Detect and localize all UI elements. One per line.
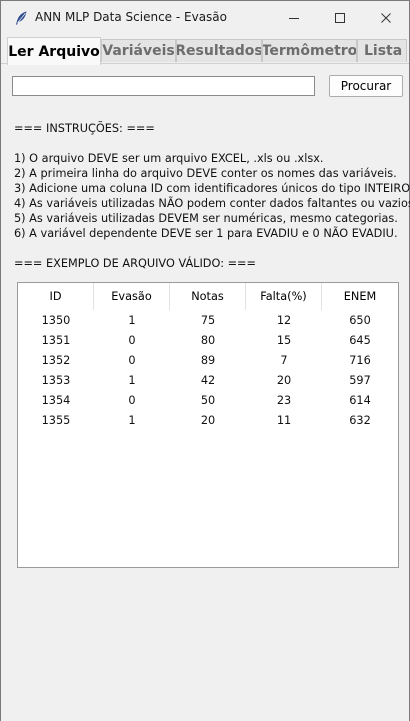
table-header: ID Evasão Notas Falta(%) ENEM <box>18 283 398 310</box>
table-cell: 0 <box>128 353 136 367</box>
instruction-item: 3) Adicione uma coluna ID com identifica… <box>14 182 410 195</box>
table-body: 1350 1 75 12 650 1351 0 80 15 645 1352 0… <box>18 310 398 430</box>
title-bar[interactable]: ANN MLP Data Science - Evasão <box>1 1 409 35</box>
column-header-evasao[interactable]: Evasão <box>94 283 170 310</box>
table-cell: 1352 <box>41 353 71 367</box>
table-cell: 7 <box>280 353 288 367</box>
example-header: === EXEMPLO DE ARQUIVO VÁLIDO: === <box>14 257 256 270</box>
table-cell: 12 <box>276 313 292 327</box>
table-cell: 80 <box>200 333 216 347</box>
table-cell: 15 <box>276 333 292 347</box>
table-cell: 645 <box>349 333 371 347</box>
table-cell: 1354 <box>41 393 71 407</box>
table-cell: 1351 <box>41 333 71 347</box>
table-cell: 20 <box>276 373 292 387</box>
ler-arquivo-panel: Procurar === INSTRUÇÕES: === 1) O arquiv… <box>1 63 410 721</box>
table-cell: 1 <box>128 373 136 387</box>
instruction-item: 2) A primeira linha do arquivo DEVE cont… <box>14 167 397 180</box>
feather-icon <box>16 11 27 25</box>
table-cell: 42 <box>200 373 216 387</box>
table-row[interactable]: 1354 0 50 23 614 <box>18 390 398 410</box>
tab-lista[interactable]: Lista <box>357 39 407 62</box>
instructions-header: === INSTRUÇÕES: === <box>14 122 155 135</box>
app-window: ANN MLP Data Science - Evasão Ler Arquiv… <box>0 0 410 721</box>
table-row[interactable]: 1353 1 42 20 597 <box>18 370 398 390</box>
table-row[interactable]: 1350 1 75 12 650 <box>18 310 398 330</box>
table-cell: 0 <box>128 393 136 407</box>
table-cell: 20 <box>200 413 216 427</box>
table-cell: 716 <box>349 353 371 367</box>
table-cell: 0 <box>128 333 136 347</box>
browse-button[interactable]: Procurar <box>329 75 403 97</box>
column-header-enem[interactable]: ENEM <box>322 283 398 310</box>
table-cell: 1350 <box>41 313 71 327</box>
minimize-icon <box>289 18 299 19</box>
table-cell: 632 <box>349 413 371 427</box>
tab-ler-arquivo[interactable]: Ler Arquivo <box>7 37 101 65</box>
example-table[interactable]: ID Evasão Notas Falta(%) ENEM 1350 1 75 … <box>17 282 399 568</box>
column-header-id[interactable]: ID <box>18 283 94 310</box>
maximize-icon <box>335 13 345 23</box>
column-header-notas[interactable]: Notas <box>170 283 246 310</box>
table-row[interactable]: 1352 0 89 7 716 <box>18 350 398 370</box>
table-cell: 650 <box>349 313 371 327</box>
table-cell: 614 <box>349 393 371 407</box>
table-cell: 597 <box>349 373 371 387</box>
tab-termometro[interactable]: Termômetro <box>262 39 357 62</box>
maximize-button[interactable] <box>317 1 363 35</box>
column-header-falta[interactable]: Falta(%) <box>246 283 322 310</box>
tab-resultados[interactable]: Resultados <box>176 39 262 62</box>
table-cell: 23 <box>276 393 292 407</box>
minimize-button[interactable] <box>271 1 317 35</box>
table-cell: 1355 <box>41 413 71 427</box>
table-row[interactable]: 1351 0 80 15 645 <box>18 330 398 350</box>
tab-variaveis[interactable]: Variáveis <box>101 39 176 62</box>
file-path-input[interactable] <box>12 76 315 96</box>
instruction-item: 6) A variável dependente DEVE ser 1 para… <box>14 227 398 240</box>
table-cell: 50 <box>200 393 216 407</box>
table-cell: 1 <box>128 313 136 327</box>
instruction-item: 1) O arquivo DEVE ser um arquivo EXCEL, … <box>14 152 324 165</box>
window-title: ANN MLP Data Science - Evasão <box>35 10 227 24</box>
table-cell: 75 <box>200 313 216 327</box>
table-row[interactable]: 1355 1 20 11 632 <box>18 410 398 430</box>
tab-bar: Ler Arquivo Variáveis Resultados Termôme… <box>7 37 407 65</box>
close-button[interactable] <box>363 1 409 35</box>
table-cell: 11 <box>276 413 292 427</box>
table-cell: 89 <box>200 353 216 367</box>
table-cell: 1353 <box>41 373 71 387</box>
instruction-item: 5) As variáveis utilizadas DEVEM ser num… <box>14 212 398 225</box>
instruction-item: 4) As variáveis utilizadas NÃO podem con… <box>14 197 410 210</box>
table-cell: 1 <box>128 413 136 427</box>
close-icon <box>381 13 391 23</box>
